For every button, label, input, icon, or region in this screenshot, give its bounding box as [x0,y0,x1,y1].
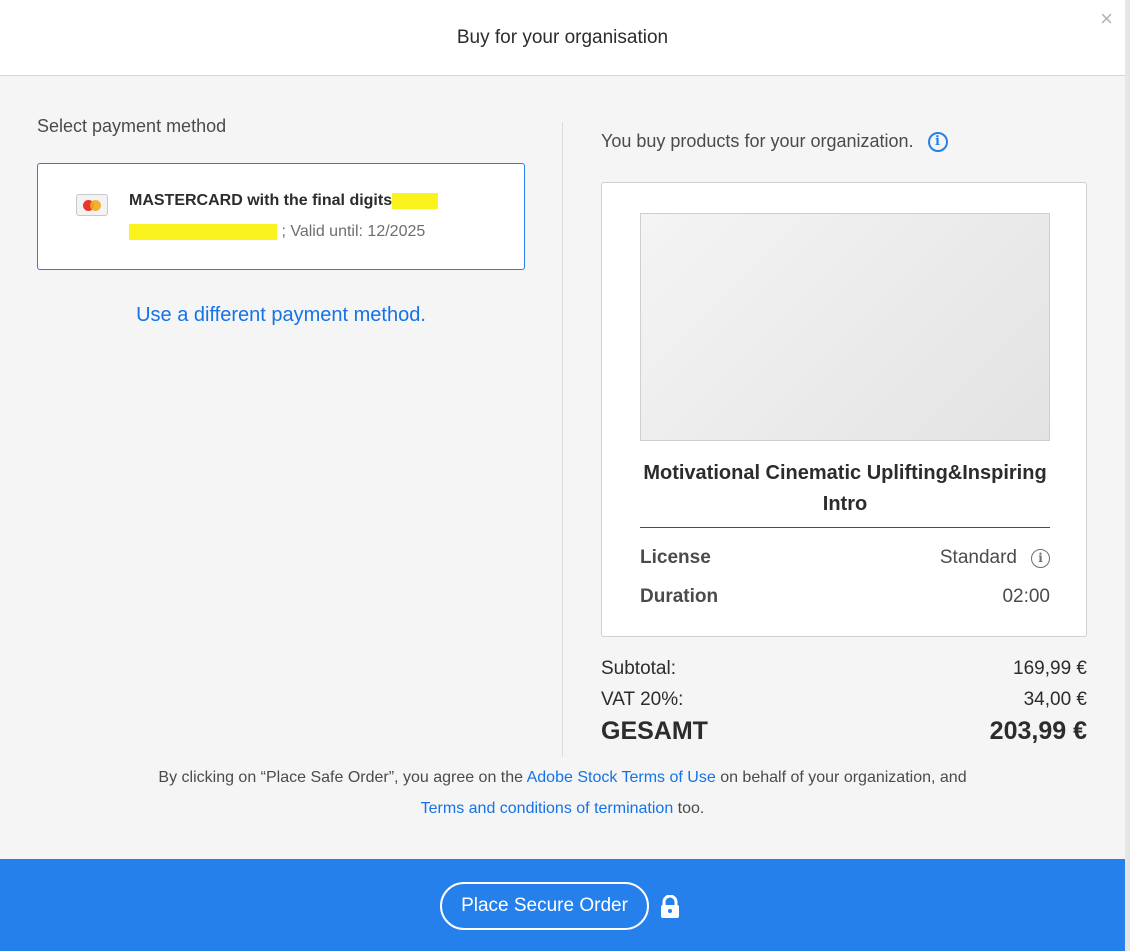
product-thumbnail [640,213,1050,441]
terms-text-1: By clicking on “Place Safe Order”, you a… [158,769,524,786]
title-divider [640,527,1050,528]
info-icon[interactable]: i [927,131,948,152]
terms-notice: By clicking on “Place Safe Order”, you a… [0,762,1125,824]
place-order-button[interactable]: Place Secure Order [440,882,649,930]
org-notice: You buy products for your organization. … [601,131,1087,152]
duration-row: Duration 02:00 [640,586,1050,608]
terms-text-3: too. [677,800,705,817]
dialog-body: Select payment method MASTERCARD with th… [0,76,1125,859]
duration-value: 02:00 [1002,586,1050,607]
vat-row: VAT 20%: 34,00 € [601,689,1087,711]
redacted-digits [392,192,439,209]
vat-value: 34,00 € [1023,689,1087,710]
column-divider [562,122,563,757]
subtotal-value: 169,99 € [1013,658,1087,679]
product-title: Motivational Cinematic Uplifting&Inspiri… [643,462,1047,515]
scrollbar-track [1125,0,1130,951]
totals-block: Subtotal: 169,99 € VAT 20%: 34,00 € GESA… [601,658,1087,746]
close-icon[interactable]: × [1100,8,1113,30]
product-card: Motivational Cinematic Uplifting&Inspiri… [601,182,1087,637]
terms-line-2: Terms and conditions of termination too. [0,793,1125,824]
terms-line-1: By clicking on “Place Safe Order”, you a… [0,762,1125,793]
payment-card-option[interactable]: MASTERCARD with the final digits ; Valid… [37,163,525,270]
license-value-wrap: Standard i [940,547,1050,569]
dialog-footer: Place Secure Order [0,859,1125,951]
card-description: MASTERCARD with the final digits [129,192,439,210]
audio-waveform-icon [788,283,902,373]
different-payment-link[interactable]: Use a different payment method. [37,304,525,327]
org-notice-text: You buy products for your organization. [601,131,914,151]
total-row: GESAMT 203,99 € [601,717,1087,746]
license-label: License [640,547,711,568]
vat-label: VAT 20%: [601,689,684,710]
card-name: MASTERCARD with the final digits [129,192,393,209]
license-info-icon[interactable]: i [1031,548,1050,568]
subtotal-label: Subtotal: [601,658,676,679]
total-value: 203,99 € [989,717,1087,745]
dialog-header: Buy for your organisation × [0,0,1125,76]
redacted-name [129,223,277,240]
termination-terms-link[interactable]: Terms and conditions of termination [421,800,674,817]
card-valid-until: ; Valid until: 12/2025 [281,223,426,240]
order-column: You buy products for your organization. … [601,131,1087,637]
mastercard-icon [76,194,108,216]
dialog-title: Buy for your organisation [456,26,669,48]
license-row: License Standard i [640,547,1050,569]
payment-section-label: Select payment method [37,116,227,136]
subtotal-row: Subtotal: 169,99 € [601,658,1087,680]
license-value: Standard [939,547,1017,568]
payment-column: Select payment method MASTERCARD with th… [37,116,525,327]
total-label: GESAMT [601,717,708,745]
terms-of-use-link[interactable]: Adobe Stock Terms of Use [527,769,716,786]
card-validity-line: ; Valid until: 12/2025 [129,223,425,241]
terms-text-2: on behalf of your organization, and [720,769,967,786]
lock-icon [661,895,679,918]
duration-label: Duration [640,586,719,607]
